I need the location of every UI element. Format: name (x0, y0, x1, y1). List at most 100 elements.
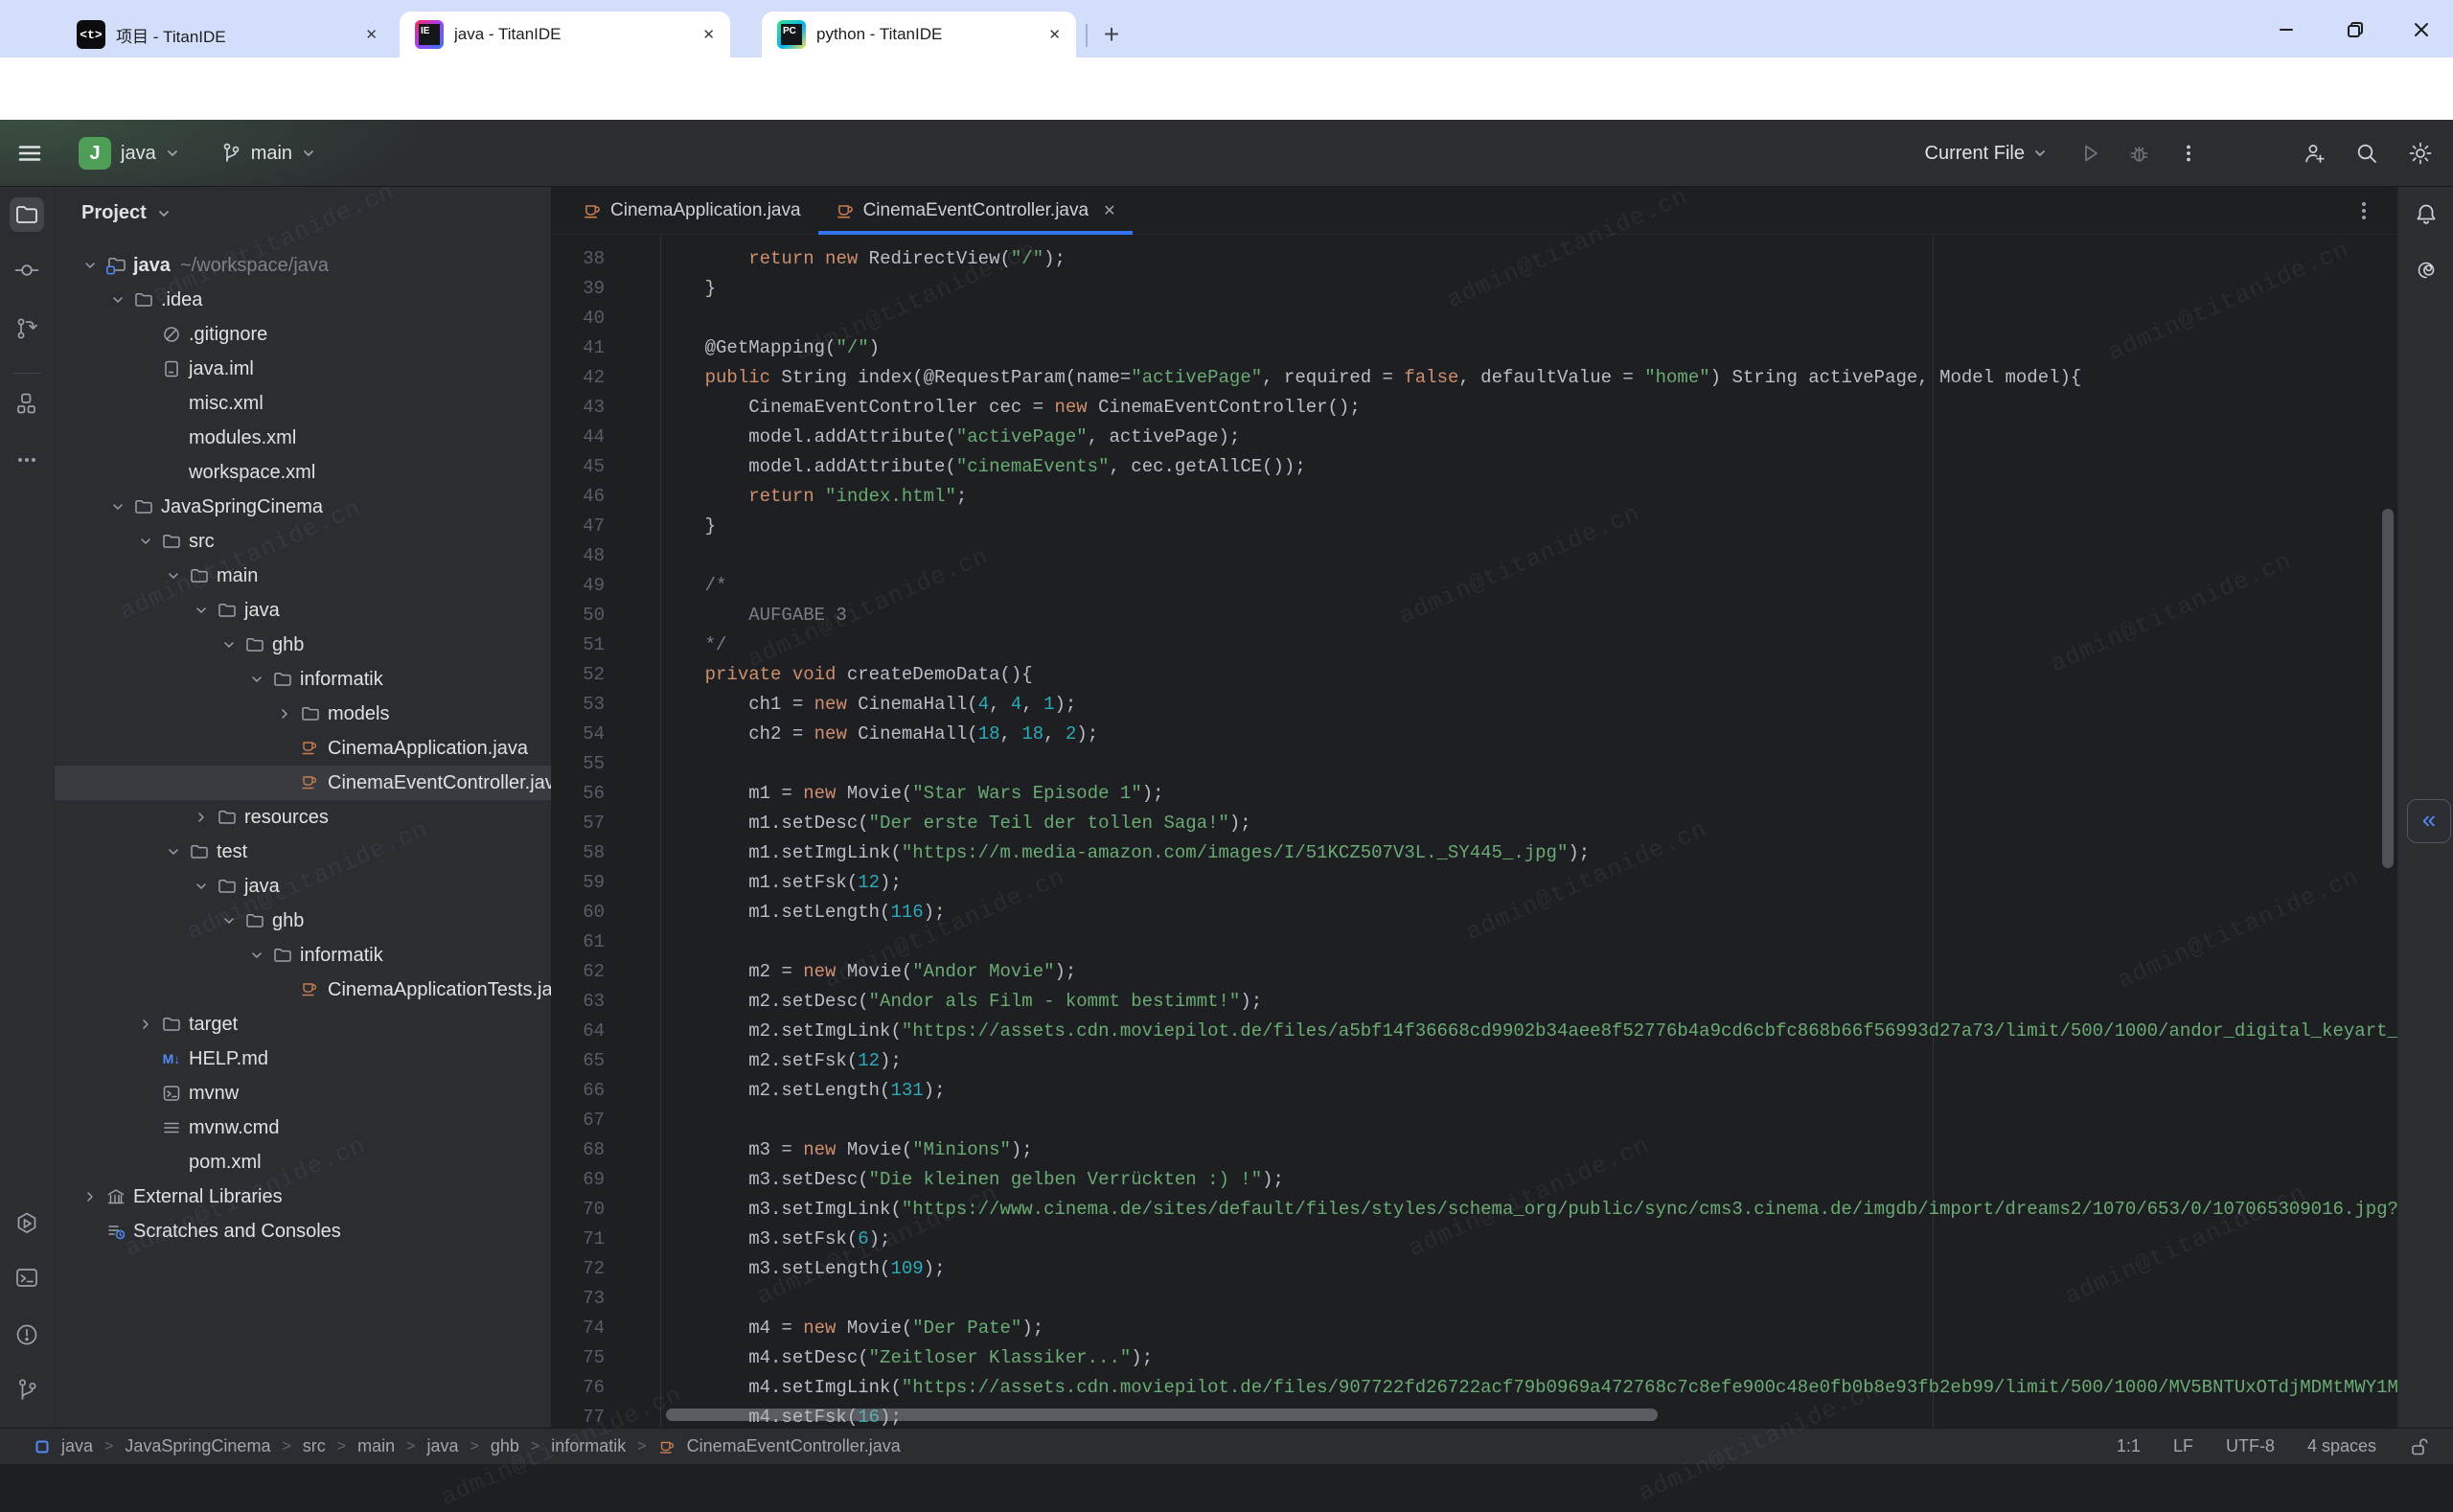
tree-item-workspace.xml[interactable]: workspace.xml (55, 455, 551, 490)
line-number[interactable]: 60 (583, 898, 605, 928)
browser-tab-project[interactable]: <t> 项目 - TitanIDE ✕ (61, 11, 393, 57)
tree-item-test[interactable]: test (55, 835, 551, 869)
window-restore-button[interactable] (2336, 13, 2374, 46)
chevron-open-icon[interactable] (218, 634, 244, 655)
tree-item-java.iml[interactable]: java.iml (55, 352, 551, 386)
tree-item-javaspringcinema[interactable]: JavaSpringCinema (55, 490, 551, 524)
structure-tool-icon[interactable] (10, 386, 44, 421)
breadcrumb-item[interactable]: informatik (551, 1436, 626, 1456)
code-line[interactable]: m2.setDesc("Andor als Film - kommt besti… (661, 987, 1262, 1017)
editor-tab-cinemaeventcontroller[interactable]: CinemaEventController.java ✕ (818, 187, 1134, 234)
chevron-open-icon[interactable] (246, 945, 272, 966)
line-number[interactable]: 42 (583, 363, 605, 393)
chevron-open-icon[interactable] (135, 531, 161, 552)
indent-style[interactable]: 4 spaces (2307, 1436, 2376, 1456)
tab-close-icon[interactable]: ✕ (702, 26, 715, 43)
line-number[interactable]: 62 (583, 957, 605, 987)
notifications-bell-icon[interactable] (2409, 197, 2443, 232)
line-number[interactable]: 59 (583, 868, 605, 898)
line-number[interactable]: 71 (583, 1225, 605, 1254)
chevron-open-icon[interactable] (191, 600, 217, 621)
tree-item-models[interactable]: models (55, 697, 551, 731)
tree-item-.gitignore[interactable]: .gitignore (55, 317, 551, 352)
tree-item-modules.xml[interactable]: modules.xml (55, 421, 551, 455)
code-line[interactable]: public String index(@RequestParam(name="… (661, 363, 2081, 393)
code-line[interactable]: m1.setImgLink("https://m.media-amazon.co… (661, 838, 1590, 868)
code-line[interactable]: /* (661, 571, 726, 601)
line-number[interactable]: 72 (583, 1254, 605, 1284)
breadcrumb-item[interactable]: CinemaEventController.java (687, 1436, 901, 1456)
tree-item-.idea[interactable]: .idea (55, 283, 551, 317)
line-number[interactable]: 40 (583, 304, 605, 333)
pull-requests-tool-icon[interactable] (10, 311, 44, 346)
breadcrumb-item[interactable]: main (357, 1436, 395, 1456)
tree-item-java[interactable]: java (55, 869, 551, 904)
project-avatar[interactable]: J (79, 137, 111, 170)
code-line[interactable]: m3.setImgLink("https://www.cinema.de/sit… (661, 1195, 2397, 1225)
vertical-scrollbar[interactable] (2382, 509, 2394, 868)
code-line[interactable]: CinemaEventController cec = new CinemaEv… (661, 393, 1361, 423)
chevron-open-icon[interactable] (107, 496, 133, 517)
line-number[interactable]: 63 (583, 987, 605, 1017)
settings-gear-icon[interactable] (2407, 140, 2434, 167)
chevron-open-icon[interactable] (246, 669, 272, 690)
code-line[interactable]: m2.setLength(131); (661, 1076, 945, 1106)
code-line[interactable]: m4 = new Movie("Der Pate"); (661, 1314, 1043, 1343)
code-line[interactable]: m2 = new Movie("Andor Movie"); (661, 957, 1076, 987)
tree-item-cinemaapplication.java[interactable]: CinemaApplication.java (55, 731, 551, 766)
more-actions-kebab-icon[interactable] (2177, 142, 2200, 165)
editor-tab-cinemaapplication[interactable]: CinemaApplication.java (565, 187, 818, 234)
debug-button[interactable] (2126, 141, 2152, 167)
tree-item-scratches-and-consoles[interactable]: Scratches and Consoles (55, 1214, 551, 1249)
expand-tool-window-button[interactable]: « (2407, 799, 2451, 843)
line-number[interactable]: 49 (583, 571, 605, 601)
line-number[interactable]: 55 (583, 749, 605, 779)
code-line[interactable]: m4.setImgLink("https://assets.cdn.moviep… (661, 1373, 2397, 1403)
line-number[interactable]: 64 (583, 1017, 605, 1046)
line-number[interactable]: 57 (583, 809, 605, 838)
line-number[interactable]: 61 (583, 928, 605, 957)
line-separator[interactable]: LF (2173, 1436, 2193, 1456)
code-line[interactable]: m3.setLength(109); (661, 1254, 945, 1284)
code-lines[interactable]: return new RedirectView("/"); } @GetMapp… (661, 235, 2397, 1428)
line-number[interactable]: 58 (583, 838, 605, 868)
chevron-down-icon[interactable] (163, 144, 182, 163)
line-number[interactable]: 67 (583, 1106, 605, 1135)
tree-item-pom.xml[interactable]: pom.xml (55, 1145, 551, 1180)
code-line[interactable]: m4.setDesc("Zeitloser Klassiker..."); (661, 1343, 1153, 1373)
code-line[interactable]: m2.setImgLink("https://assets.cdn.moviep… (661, 1017, 2397, 1046)
breadcrumb-item[interactable]: ghb (491, 1436, 519, 1456)
line-number[interactable]: 70 (583, 1195, 605, 1225)
chevron-open-icon[interactable] (163, 565, 189, 586)
chevron-open-icon[interactable] (191, 876, 217, 897)
commit-tool-icon[interactable] (10, 253, 44, 287)
code-line[interactable]: } (661, 274, 716, 304)
search-everywhere-icon[interactable] (2354, 141, 2380, 167)
line-number[interactable]: 45 (583, 452, 605, 482)
services-tool-icon[interactable] (10, 1206, 44, 1241)
line-number[interactable]: 69 (583, 1165, 605, 1195)
terminal-tool-icon[interactable] (10, 1261, 44, 1295)
code-line[interactable]: return new RedirectView("/"); (661, 244, 1066, 274)
run-button[interactable] (2078, 141, 2103, 166)
project-tool-icon[interactable] (10, 197, 44, 232)
line-number[interactable]: 47 (583, 512, 605, 541)
line-number[interactable]: 66 (583, 1076, 605, 1106)
tree-item-external-libraries[interactable]: External Libraries (55, 1180, 551, 1214)
code-line[interactable]: m3 = new Movie("Minions"); (661, 1135, 1033, 1165)
ai-assistant-icon[interactable] (2409, 253, 2443, 287)
tree-item-ghb[interactable]: ghb (55, 628, 551, 662)
line-number[interactable]: 68 (583, 1135, 605, 1165)
code-line[interactable]: m1.setFsk(12); (661, 868, 902, 898)
run-configuration-selector[interactable]: Current File (1925, 143, 2025, 165)
code-line[interactable]: m3.setDesc("Die kleinen gelben Verrückte… (661, 1165, 1284, 1195)
tree-item-informatik[interactable]: informatik (55, 938, 551, 973)
code-line[interactable]: m3.setFsk(6); (661, 1225, 890, 1254)
code-line[interactable]: return "index.html"; (661, 482, 967, 512)
line-number[interactable]: 75 (583, 1343, 605, 1373)
breadcrumb-item[interactable]: JavaSpringCinema (125, 1436, 270, 1456)
code-with-me-add-user-icon[interactable] (2302, 141, 2327, 167)
file-encoding[interactable]: UTF-8 (2226, 1436, 2275, 1456)
caret-position[interactable]: 1:1 (2117, 1436, 2141, 1456)
tab-close-icon[interactable]: ✕ (1103, 201, 1115, 220)
